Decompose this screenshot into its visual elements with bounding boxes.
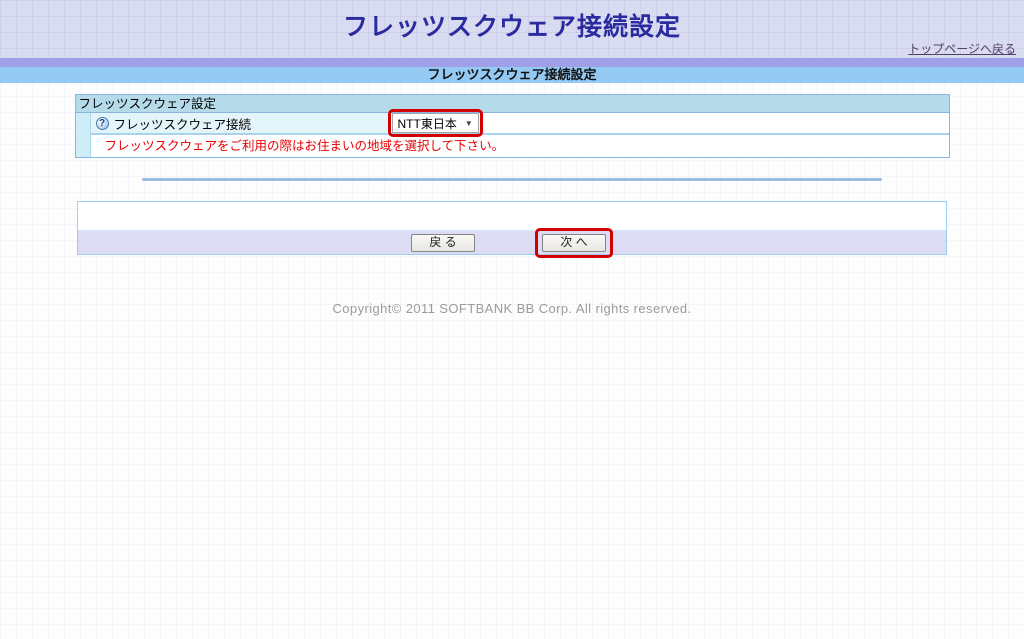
chevron-down-icon: ▼	[465, 119, 473, 128]
section-title: フレッツスクウェア接続設定	[427, 67, 596, 82]
copyright: Copyright© 2011 SOFTBANK BB Corp. All ri…	[0, 301, 1024, 316]
connection-label: フレッツスクウェア接続	[114, 114, 252, 133]
connection-select-cell: NTT東日本 ▼	[390, 113, 949, 133]
region-select[interactable]: NTT東日本 ▼	[392, 113, 479, 133]
next-button[interactable]: 次 へ	[542, 234, 606, 252]
settings-table-body: ? フレッツスクウェア接続 NTT東日本 ▼	[76, 113, 949, 157]
page: フレッツスクウェア接続設定 トップページへ戻る フレッツスクウェア接続設定 フレ…	[0, 0, 1024, 316]
connection-label-cell: ? フレッツスクウェア接続	[91, 113, 390, 133]
connection-row: ? フレッツスクウェア接続 NTT東日本 ▼	[91, 113, 949, 135]
content-area: フレッツスクウェア設定 ? フレッツスクウェア接続 NTT東日本	[0, 94, 1024, 316]
notice-row: フレッツスクウェアをご利用の際はお住まいの地域を選択して下さい。	[91, 135, 949, 157]
purple-stripe	[0, 58, 1024, 67]
back-to-top-link[interactable]: トップページへ戻る	[908, 40, 1016, 57]
table-rows: ? フレッツスクウェア接続 NTT東日本 ▼	[91, 113, 949, 157]
table-gutter	[76, 113, 91, 157]
page-title: フレッツスクウェア接続設定	[0, 0, 1024, 43]
section-title-bar: フレッツスクウェア接続設定	[0, 67, 1024, 83]
action-panel: 戻 る 次 へ	[77, 201, 947, 255]
settings-group-header: フレッツスクウェア設定	[76, 95, 949, 113]
back-button[interactable]: 戻 る	[411, 234, 475, 252]
highlight-box-select: NTT東日本 ▼	[388, 109, 483, 137]
help-icon[interactable]: ?	[96, 117, 109, 130]
divider	[142, 178, 882, 181]
empty-row	[78, 202, 946, 231]
button-row: 戻 る 次 へ	[78, 231, 946, 254]
notice-text: フレッツスクウェアをご利用の際はお住まいの地域を選択して下さい。	[105, 139, 505, 153]
highlight-box-next: 次 へ	[535, 228, 613, 258]
region-select-value: NTT東日本	[398, 115, 457, 132]
page-header: フレッツスクウェア接続設定 トップページへ戻る	[0, 0, 1024, 58]
settings-table: フレッツスクウェア設定 ? フレッツスクウェア接続 NTT東日本	[75, 94, 950, 158]
